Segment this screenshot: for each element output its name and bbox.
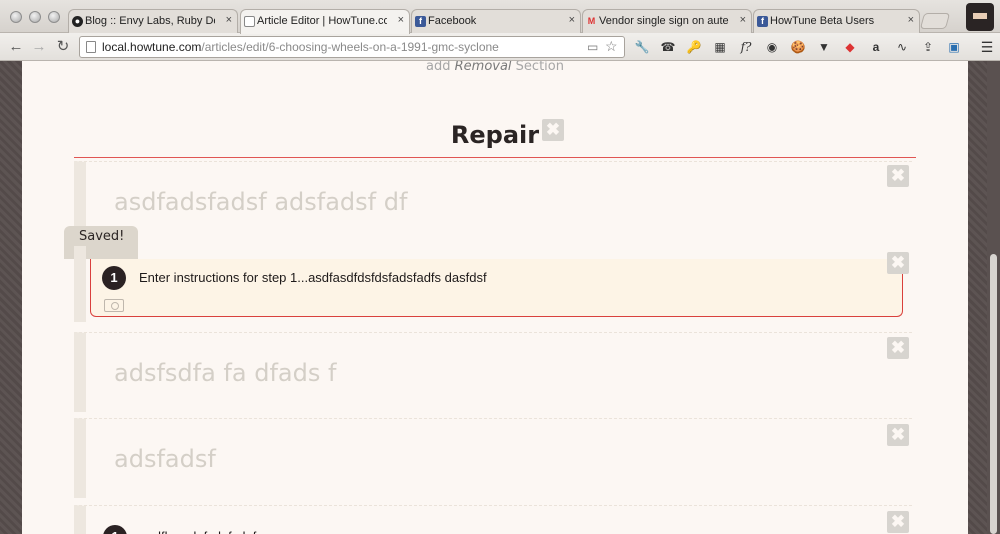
step-heading[interactable]: asdfadsfadsf adsfadsf df — [114, 188, 407, 216]
page-background-left — [0, 61, 22, 534]
address-bar[interactable]: local.howtune.com/articles/edit/6-choosi… — [79, 36, 625, 58]
delete-step-button[interactable]: ✖ — [887, 511, 909, 533]
new-tab-button[interactable] — [919, 13, 951, 29]
section-divider — [74, 157, 916, 158]
url-path: /articles/edit/6-choosing-wheels-on-a-19… — [201, 40, 499, 54]
delete-step-button[interactable]: ✖ — [887, 424, 909, 446]
facebook-icon: f — [415, 16, 426, 27]
step-heading[interactable]: adsfsdfa fa dfads f — [114, 359, 336, 387]
page-icon — [86, 41, 96, 53]
page-background-right — [968, 61, 987, 534]
minimize-window-button[interactable] — [29, 11, 41, 23]
browser-toolbar: ← → ↻ local.howtune.com/articles/edit/6-… — [0, 33, 1000, 61]
scrollbar-thumb[interactable] — [990, 254, 997, 534]
delete-instruction-button[interactable]: ✖ — [887, 252, 909, 274]
section-title-text: Repair — [450, 121, 540, 149]
step-block: adsfsdfa fa dfads f — [74, 332, 912, 412]
step-block: adsfadsf — [74, 418, 912, 498]
add-removal-suffix: Section — [511, 61, 564, 74]
browser-titlebar: ● Blog :: Envy Labs, Ruby Deve × Article… — [0, 0, 1000, 34]
tab-blog[interactable]: ● Blog :: Envy Labs, Ruby Deve × — [68, 9, 238, 33]
add-photo-icon[interactable] — [104, 299, 124, 312]
step-number-badge: 1 — [102, 266, 126, 290]
gmail-icon: M — [587, 16, 596, 26]
github-icon: ● — [72, 16, 83, 27]
archive-icon[interactable]: ▦ — [712, 39, 728, 55]
tab-title: Vendor single sign on auten — [599, 15, 729, 27]
add-removal-prefix: add — [426, 61, 455, 74]
wrench-icon[interactable]: 🔧 — [634, 39, 650, 55]
tab-close-icon[interactable]: × — [740, 14, 746, 26]
pocket-icon[interactable]: ▼ — [816, 39, 832, 55]
url-host: local.howtune.com — [102, 40, 202, 54]
bookmark-star-icon[interactable]: ☆ — [605, 38, 618, 55]
tab-close-icon[interactable]: × — [569, 14, 575, 26]
delete-section-button[interactable]: ✖ — [542, 119, 564, 141]
tab-title: Article Editor | HowTune.co — [257, 15, 387, 27]
tab-close-icon[interactable]: × — [908, 14, 914, 26]
forward-button[interactable]: → — [29, 37, 49, 57]
back-button[interactable]: ← — [6, 37, 26, 57]
close-window-button[interactable] — [10, 11, 22, 23]
instruction-card[interactable]: 1 Enter instructions for step 1...asdfas… — [90, 259, 903, 317]
amazon-icon[interactable]: a — [868, 39, 884, 55]
pulse-icon[interactable]: ∿ — [894, 39, 910, 55]
tab-title: Facebook — [428, 15, 477, 27]
delete-step-button[interactable]: ✖ — [887, 165, 909, 187]
screenshot-icon[interactable]: ▭ — [587, 40, 598, 54]
lastpass-icon[interactable]: ◆ — [842, 39, 858, 55]
facebook-icon: f — [757, 16, 768, 27]
tab-title: HowTune Beta Users — [770, 15, 875, 27]
add-removal-section-link[interactable]: add Removal Section — [22, 61, 968, 74]
saved-label: Saved! — [79, 229, 125, 244]
tab-howtune-beta[interactable]: f HowTune Beta Users × — [753, 9, 920, 33]
phone-icon[interactable]: ☎ — [660, 39, 676, 55]
cookie-icon[interactable]: 🍪 — [790, 39, 806, 55]
page-icon — [244, 16, 255, 27]
step-block: asdfadsfadsf adsfadsf df — [74, 161, 912, 246]
tab-gmail[interactable]: M Vendor single sign on auten × — [582, 9, 752, 33]
key-icon[interactable]: 🔑 — [686, 39, 702, 55]
zoom-window-button[interactable] — [48, 11, 60, 23]
profile-avatar[interactable] — [966, 3, 994, 31]
font-icon[interactable]: f? — [738, 39, 754, 55]
tab-article-editor[interactable]: Article Editor | HowTune.co × — [240, 9, 410, 34]
instruction-text[interactable]: Enter instructions for step 1...asdfasdf… — [139, 270, 487, 285]
reload-button[interactable]: ↻ — [53, 37, 73, 57]
instruction-text[interactable]: asdfkasrdafsdafsdaf — [140, 529, 256, 534]
chart-icon[interactable]: ▣ — [946, 39, 962, 55]
upload-icon[interactable]: ⇪ — [920, 39, 936, 55]
camera-icon[interactable]: ◉ — [764, 39, 780, 55]
delete-step-button[interactable]: ✖ — [887, 337, 909, 359]
tab-close-icon[interactable]: × — [398, 14, 404, 26]
step-heading[interactable]: adsfadsf — [114, 445, 216, 473]
tab-close-icon[interactable]: × — [226, 14, 232, 26]
add-removal-italic: Removal — [454, 61, 512, 74]
tab-facebook[interactable]: f Facebook × — [411, 9, 581, 33]
tab-title: Blog :: Envy Labs, Ruby Deve — [85, 15, 215, 27]
menu-icon[interactable]: ☰ — [979, 39, 995, 55]
article-editor-page: add Removal Section Repair ✖ asdfadsfads… — [22, 61, 968, 534]
section-title: Repair — [22, 121, 968, 149]
